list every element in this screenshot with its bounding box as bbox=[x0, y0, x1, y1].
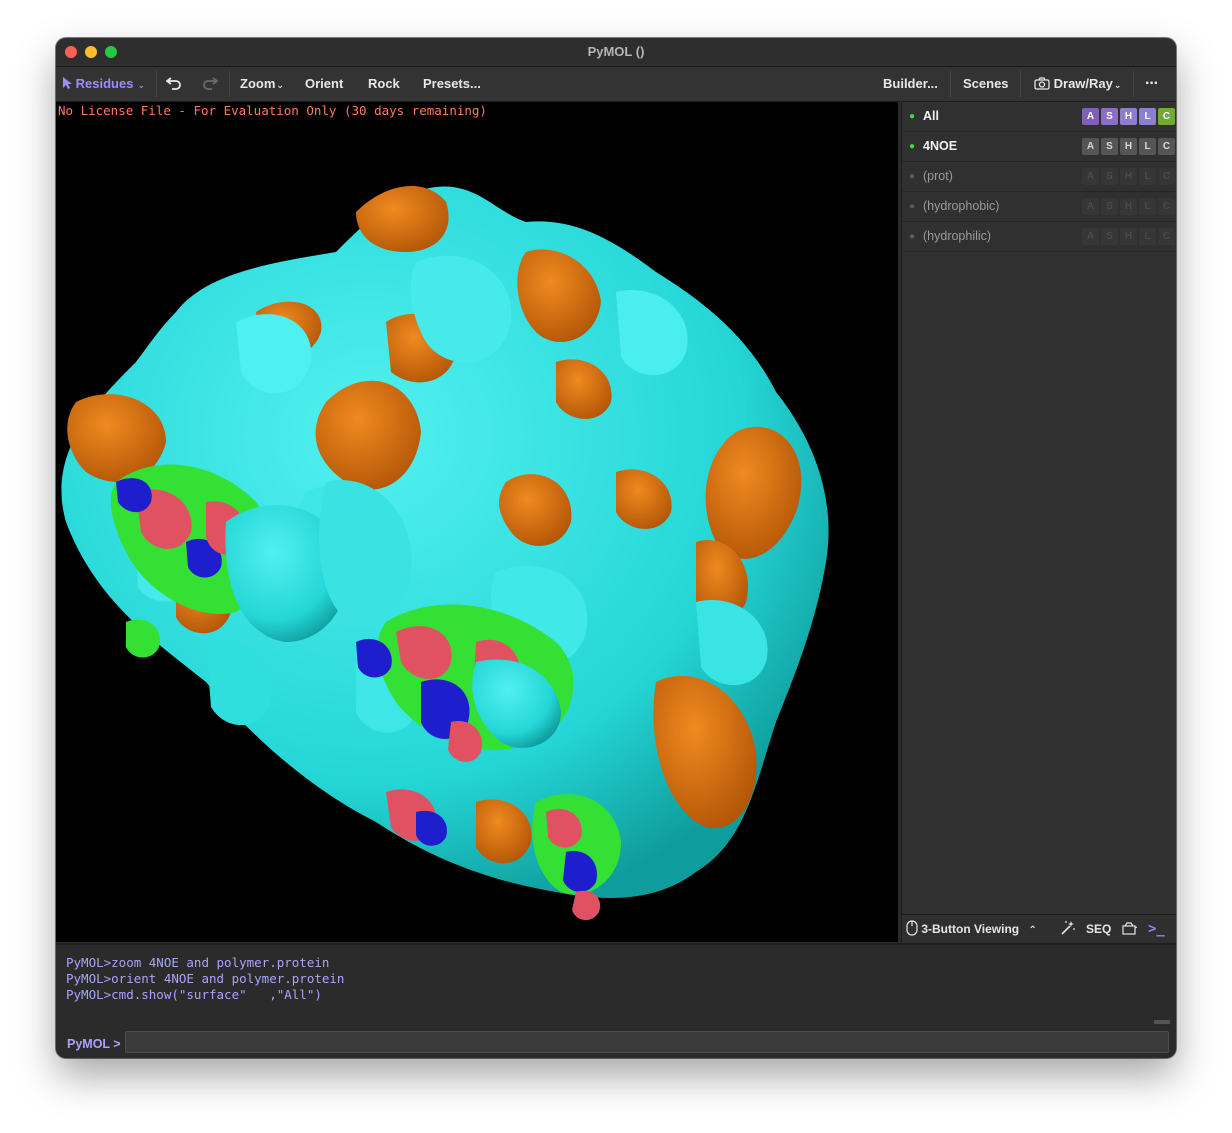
terminal-icon[interactable]: >_ bbox=[1148, 915, 1165, 943]
draw-ray-button[interactable]: Draw/Ray⌄ bbox=[1034, 67, 1121, 101]
object-panel: ● All A S H L C ● 4NOE A S H L C ● (prot) A S H L C ● (hydroph… bbox=[901, 102, 1176, 943]
license-notice: No License File - For Evaluation Only (3… bbox=[58, 103, 487, 118]
object-row[interactable]: ● (hydrophilic) A S H L C bbox=[902, 222, 1176, 252]
wizard-button[interactable] bbox=[1060, 915, 1076, 943]
seq-button[interactable]: SEQ bbox=[1086, 915, 1111, 943]
label-menu-button[interactable]: L bbox=[1139, 138, 1156, 155]
label-menu-button[interactable]: L bbox=[1139, 108, 1156, 125]
console-log-line: PyMOL>orient 4NOE and polymer.protein bbox=[66, 971, 345, 986]
residues-label: Residues bbox=[75, 76, 134, 91]
orient-button[interactable]: Orient bbox=[305, 67, 343, 101]
show-menu-button[interactable]: S bbox=[1101, 168, 1118, 185]
enabled-indicator-icon[interactable]: ● bbox=[909, 111, 915, 122]
film-camera-icon bbox=[1122, 922, 1138, 935]
label-menu-button[interactable]: L bbox=[1139, 168, 1156, 185]
action-menu-button[interactable]: A bbox=[1082, 168, 1099, 185]
toolbar-divider bbox=[229, 71, 230, 97]
action-menu-button[interactable]: A bbox=[1082, 108, 1099, 125]
more-options-button[interactable]: ··· bbox=[1145, 67, 1159, 101]
chevron-down-icon: ⌄ bbox=[1113, 80, 1122, 90]
panel-bottom-bar: 3-Button Viewing ⌃ SEQ >_ bbox=[902, 914, 1176, 943]
protein-surface-rendering bbox=[61, 185, 829, 921]
draw-ray-label: Draw/Ray bbox=[1053, 76, 1113, 91]
object-row[interactable]: ● (prot) A S H L C bbox=[902, 162, 1176, 192]
console-log: PyMOL>zoom 4NOE and polymer.protein PyMOL… bbox=[66, 955, 344, 1003]
label-menu-button[interactable]: L bbox=[1139, 228, 1156, 245]
mouse-icon bbox=[906, 920, 918, 936]
object-row[interactable]: ● (hydrophobic) A S H L C bbox=[902, 192, 1176, 222]
console-log-line: PyMOL>cmd.show("surface" ,"All") bbox=[66, 987, 322, 1002]
object-list: ● All A S H L C ● 4NOE A S H L C ● (prot) A S H L C ● (hydroph… bbox=[902, 102, 1176, 252]
magic-wand-icon bbox=[1061, 921, 1075, 935]
mouse-mode-button[interactable]: 3-Button Viewing ⌃ bbox=[906, 915, 1037, 943]
undo-button[interactable] bbox=[165, 67, 182, 101]
zoom-label: Zoom bbox=[240, 76, 276, 91]
label-menu-button[interactable]: L bbox=[1139, 198, 1156, 215]
residues-selection-mode-button[interactable]: Residues ⌄ bbox=[62, 67, 145, 101]
enabled-indicator-icon[interactable]: ● bbox=[909, 141, 915, 152]
zoom-button[interactable]: Zoom⌄ bbox=[240, 67, 284, 101]
object-name: (hydrophobic) bbox=[923, 199, 1000, 213]
object-action-buttons: ASHLC bbox=[1082, 198, 1175, 215]
object-row[interactable]: ● 4NOE A S H L C bbox=[902, 132, 1176, 162]
scenes-button[interactable]: Scenes bbox=[963, 67, 1009, 101]
pointer-icon bbox=[63, 77, 72, 89]
toolbar-divider bbox=[950, 71, 951, 97]
redo-icon bbox=[203, 77, 219, 90]
enabled-indicator-icon[interactable]: ● bbox=[909, 171, 915, 182]
toolbar-divider bbox=[1133, 71, 1134, 97]
viewing-mode-label: 3-Button Viewing bbox=[921, 922, 1020, 936]
command-console: PyMOL>zoom 4NOE and polymer.protein PyMOL… bbox=[56, 943, 1176, 1058]
movie-button[interactable] bbox=[1122, 915, 1138, 943]
hide-menu-button[interactable]: H bbox=[1120, 228, 1137, 245]
rock-button[interactable]: Rock bbox=[368, 67, 400, 101]
presets-button[interactable]: Presets... bbox=[423, 67, 481, 101]
molecule-viewport[interactable]: No License File - For Evaluation Only (3… bbox=[56, 102, 898, 942]
chevron-down-icon: ⌄ bbox=[137, 80, 145, 90]
show-menu-button[interactable]: S bbox=[1101, 228, 1118, 245]
title-bar: PyMOL () bbox=[56, 38, 1176, 67]
camera-icon bbox=[1034, 77, 1050, 90]
object-action-buttons: ASHLC bbox=[1082, 138, 1175, 155]
undo-icon bbox=[165, 77, 181, 90]
object-action-buttons: ASHLC bbox=[1082, 168, 1175, 185]
object-name: 4NOE bbox=[923, 139, 958, 153]
action-menu-button[interactable]: A bbox=[1082, 228, 1099, 245]
toolbar-divider bbox=[1020, 71, 1021, 97]
action-menu-button[interactable]: A bbox=[1082, 138, 1099, 155]
enabled-indicator-icon[interactable]: ● bbox=[909, 201, 915, 212]
hide-menu-button[interactable]: H bbox=[1120, 198, 1137, 215]
object-action-buttons: ASHLC bbox=[1082, 108, 1175, 125]
object-row[interactable]: ● All A S H L C bbox=[902, 102, 1176, 132]
redo-button[interactable] bbox=[202, 67, 219, 101]
pymol-window: PyMOL () Residues ⌄ Zoom⌄ Orient Rock Pre… bbox=[56, 38, 1176, 1058]
color-menu-button[interactable]: C bbox=[1158, 168, 1175, 185]
object-action-buttons: ASHLC bbox=[1082, 228, 1175, 245]
object-name: (prot) bbox=[923, 169, 953, 183]
console-log-line: PyMOL>zoom 4NOE and polymer.protein bbox=[66, 955, 330, 970]
color-menu-button[interactable]: C bbox=[1158, 228, 1175, 245]
object-name: All bbox=[923, 109, 939, 123]
enabled-indicator-icon[interactable]: ● bbox=[909, 231, 915, 242]
hide-menu-button[interactable]: H bbox=[1120, 168, 1137, 185]
command-prompt-label: PyMOL > bbox=[67, 1037, 121, 1051]
command-input[interactable] bbox=[125, 1031, 1169, 1053]
color-menu-button[interactable]: C bbox=[1158, 198, 1175, 215]
action-menu-button[interactable]: A bbox=[1082, 198, 1099, 215]
builder-button[interactable]: Builder... bbox=[883, 67, 938, 101]
chevron-down-icon: ⌄ bbox=[276, 80, 284, 90]
window-title: PyMOL () bbox=[587, 44, 645, 59]
color-menu-button[interactable]: C bbox=[1158, 108, 1175, 125]
hide-menu-button[interactable]: H bbox=[1120, 138, 1137, 155]
show-menu-button[interactable]: S bbox=[1101, 198, 1118, 215]
hide-menu-button[interactable]: H bbox=[1120, 108, 1137, 125]
toolbar-divider bbox=[156, 71, 157, 97]
chevron-up-icon: ⌃ bbox=[1028, 925, 1037, 936]
resize-grip[interactable] bbox=[1154, 1020, 1170, 1024]
object-name: (hydrophilic) bbox=[923, 229, 992, 243]
show-menu-button[interactable]: S bbox=[1101, 108, 1118, 125]
color-menu-button[interactable]: C bbox=[1158, 138, 1175, 155]
toolbar: Residues ⌄ Zoom⌄ Orient Rock Presets... B… bbox=[56, 67, 1176, 102]
show-menu-button[interactable]: S bbox=[1101, 138, 1118, 155]
